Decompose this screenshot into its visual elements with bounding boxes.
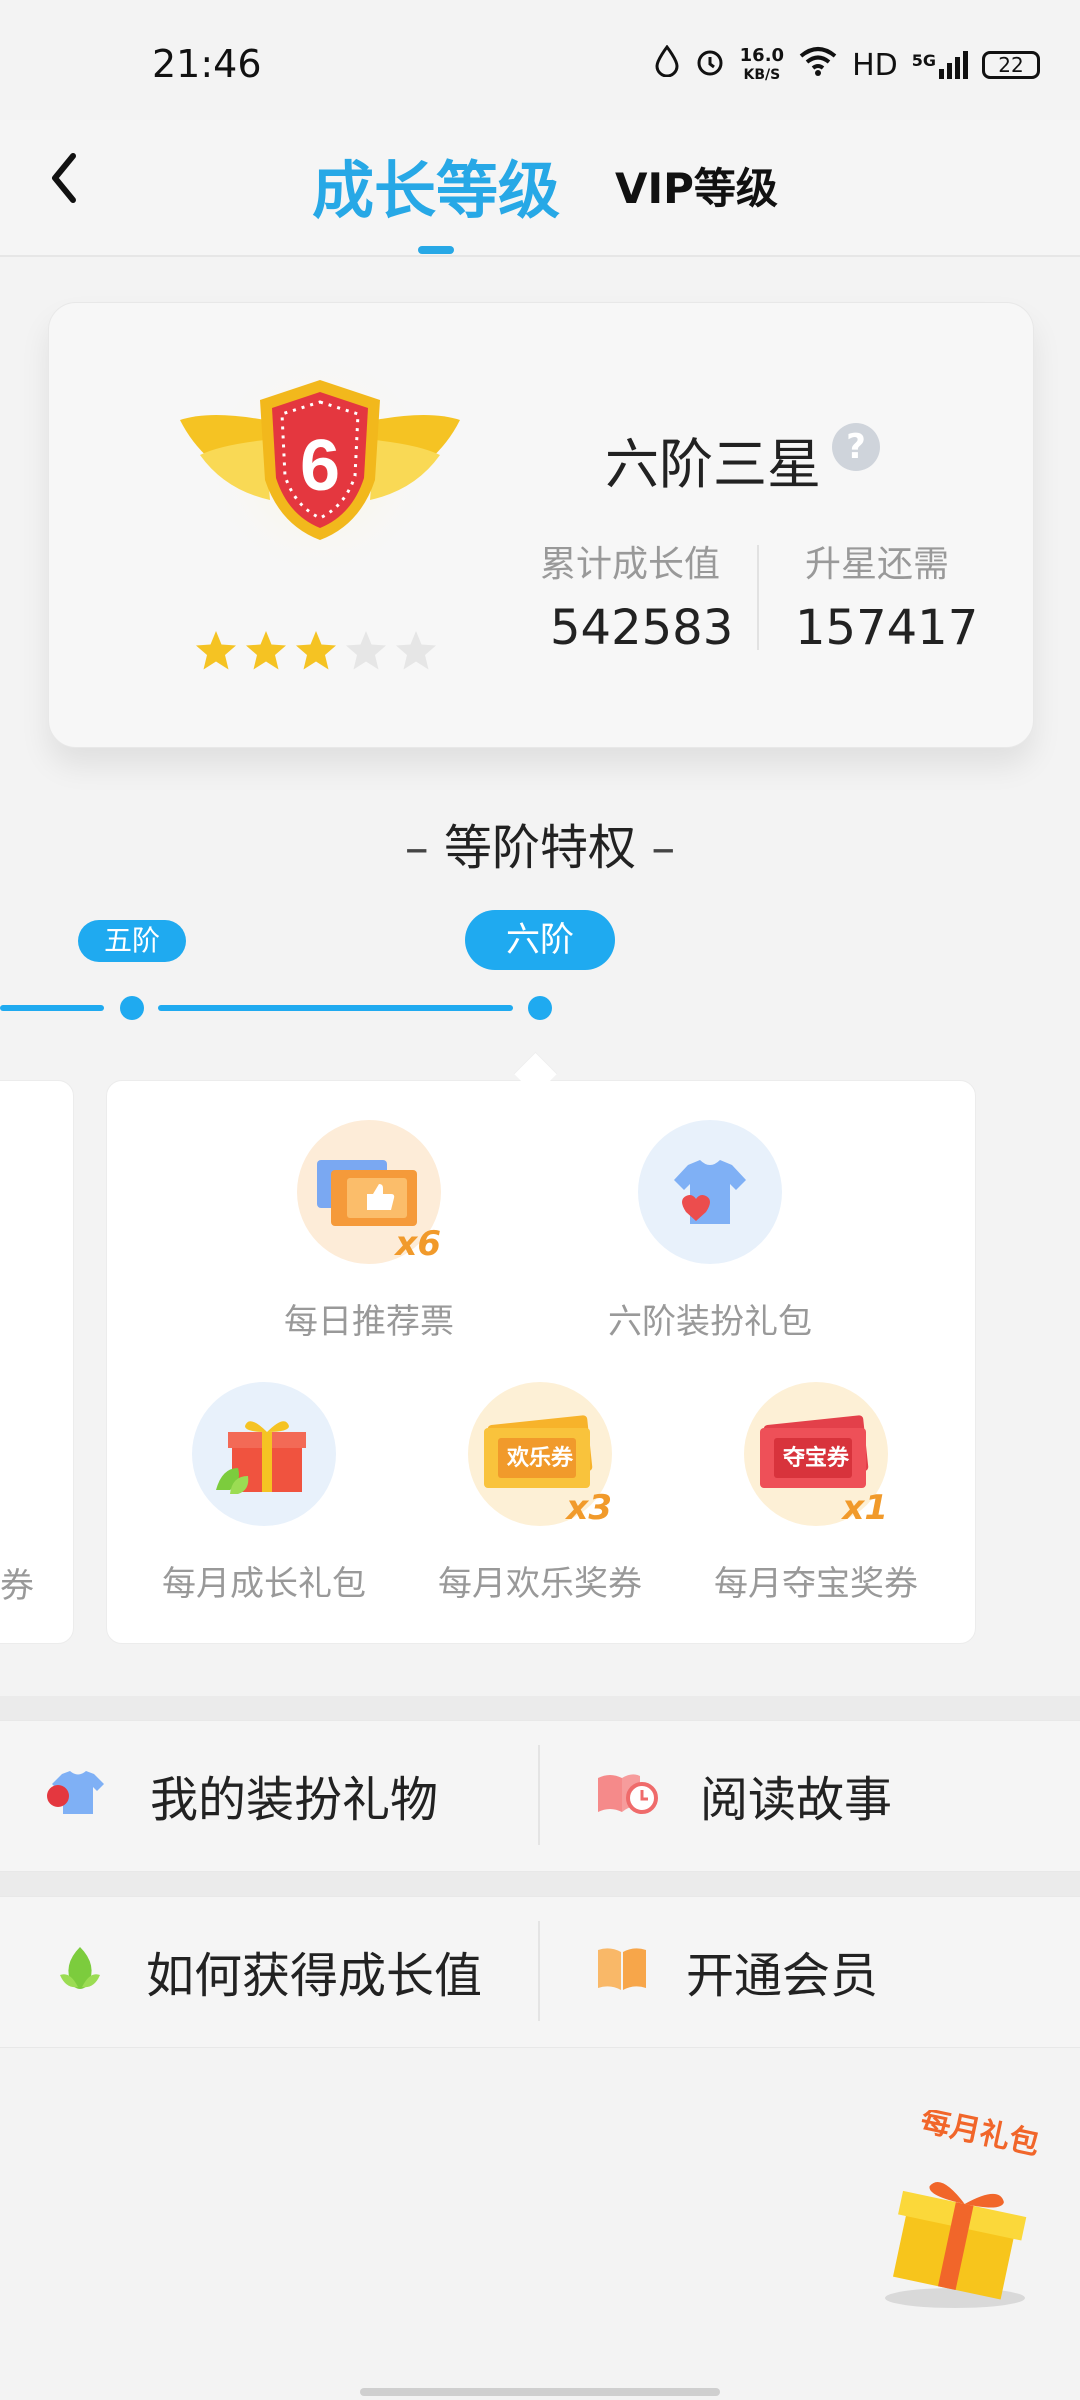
stars-needed-label: 升星还需 <box>805 544 950 585</box>
section-gap <box>0 1696 1080 1720</box>
menu-label: 开通会员 <box>686 1948 879 2004</box>
star-filled-icon <box>296 631 336 670</box>
signal-icon: 5G <box>912 51 968 79</box>
tshirt-icon <box>40 1768 110 1822</box>
multiplier-x1: x1 <box>842 1488 888 1528</box>
badge-number: 6 <box>300 426 340 506</box>
accumulated-growth-label: 累计成长值 <box>540 544 721 585</box>
timeline-node-tier5[interactable] <box>120 996 144 1020</box>
timeline-node-tier6[interactable] <box>528 996 552 1020</box>
status-time: 21:46 <box>152 42 262 86</box>
wifi-icon <box>798 45 838 85</box>
active-tab-indicator <box>418 246 454 254</box>
monthly-gift-label: 每月礼包 <box>918 2110 1043 2162</box>
menu-open-membership[interactable]: 开通会员 <box>594 1936 878 2006</box>
privilege-label-daily-ticket: 每日推荐票 <box>284 1302 454 1342</box>
open-book-icon <box>594 1944 650 1998</box>
battery-icon: 22 <box>982 51 1040 79</box>
tier-pill-6[interactable]: 六阶 <box>465 910 615 970</box>
star-filled-icon <box>246 631 286 670</box>
treasure-coupon-text: 夺宝券 <box>782 1446 849 1471</box>
privilege-dressup-pack[interactable] <box>638 1120 782 1264</box>
timeline-segment <box>0 1005 104 1011</box>
menu-label: 我的装扮礼物 <box>150 1772 439 1828</box>
back-arrow-icon[interactable] <box>45 148 85 208</box>
menu-how-to-get-growth[interactable]: 如何获得成长值 <box>52 1936 482 2006</box>
tier-pill-5[interactable]: 五阶 <box>78 920 186 962</box>
privilege-label-growth-gift: 每月成长礼包 <box>162 1564 366 1604</box>
monthly-gift-float-button[interactable]: 每月礼包 <box>870 2103 1050 2310</box>
menu-my-dressup-gifts[interactable]: 我的装扮礼物 <box>40 1760 438 1830</box>
privilege-growth-gift[interactable] <box>192 1382 336 1526</box>
previous-tier-label-fragment: 券 <box>0 1566 34 1606</box>
section-title: – 等阶特权 – <box>404 820 676 876</box>
level-stars <box>193 628 439 674</box>
privilege-daily-ticket[interactable]: x6 <box>297 1120 441 1264</box>
menu-divider <box>538 1921 540 2021</box>
water-drop-icon <box>654 44 680 85</box>
hd-indicator: HD <box>852 47 898 83</box>
network-speed: 16.0 KB/S <box>739 44 785 83</box>
star-empty-icon <box>396 631 436 670</box>
menu-read-stories[interactable]: 阅读故事 <box>594 1760 892 1830</box>
tab-vip-level[interactable]: VIP等级 <box>615 155 778 216</box>
level-name: 六阶三星 <box>605 433 821 496</box>
menu-label: 如何获得成长值 <box>146 1948 483 2004</box>
multiplier-x3: x3 <box>566 1488 612 1528</box>
privilege-joy-ticket[interactable]: 欢乐券 x3 <box>468 1382 612 1528</box>
gift-box-icon <box>192 1382 336 1526</box>
section-gap <box>0 1872 1080 1896</box>
stat-divider <box>757 545 759 650</box>
level-badge: 6 <box>170 350 470 580</box>
joy-coupon-text: 欢乐券 <box>506 1446 573 1471</box>
timeline-segment <box>158 1005 513 1011</box>
privilege-label-dressup-pack: 六阶装扮礼包 <box>608 1302 812 1342</box>
status-icons: 16.0 KB/S HD 5G 22 <box>654 40 1040 90</box>
accumulated-growth-value: 542583 <box>550 600 734 656</box>
menu-label: 阅读故事 <box>700 1772 893 1828</box>
tab-growth-level[interactable]: 成长等级 <box>312 140 560 230</box>
privilege-treasure-ticket[interactable]: 夺宝券 x1 <box>744 1382 888 1528</box>
help-icon[interactable]: ? <box>832 423 880 471</box>
recommend-ticket-icon: x6 <box>297 1120 441 1264</box>
alarm-icon <box>694 45 726 85</box>
book-clock-icon <box>594 1768 660 1822</box>
star-empty-icon <box>346 631 386 670</box>
treasure-coupon-icon: 夺宝券 x1 <box>744 1382 888 1528</box>
home-indicator[interactable] <box>360 2388 720 2396</box>
star-filled-icon <box>196 631 236 670</box>
multiplier-x6: x6 <box>395 1224 441 1264</box>
joy-coupon-icon: 欢乐券 x3 <box>468 1382 612 1528</box>
leaf-icon <box>52 1941 108 2001</box>
menu-divider <box>538 1745 540 1845</box>
privilege-label-joy-ticket: 每月欢乐奖券 <box>438 1564 642 1604</box>
tshirt-icon <box>638 1120 782 1264</box>
privilege-label-treasure-ticket: 每月夺宝奖券 <box>714 1564 918 1604</box>
stars-needed-value: 157417 <box>795 600 979 656</box>
